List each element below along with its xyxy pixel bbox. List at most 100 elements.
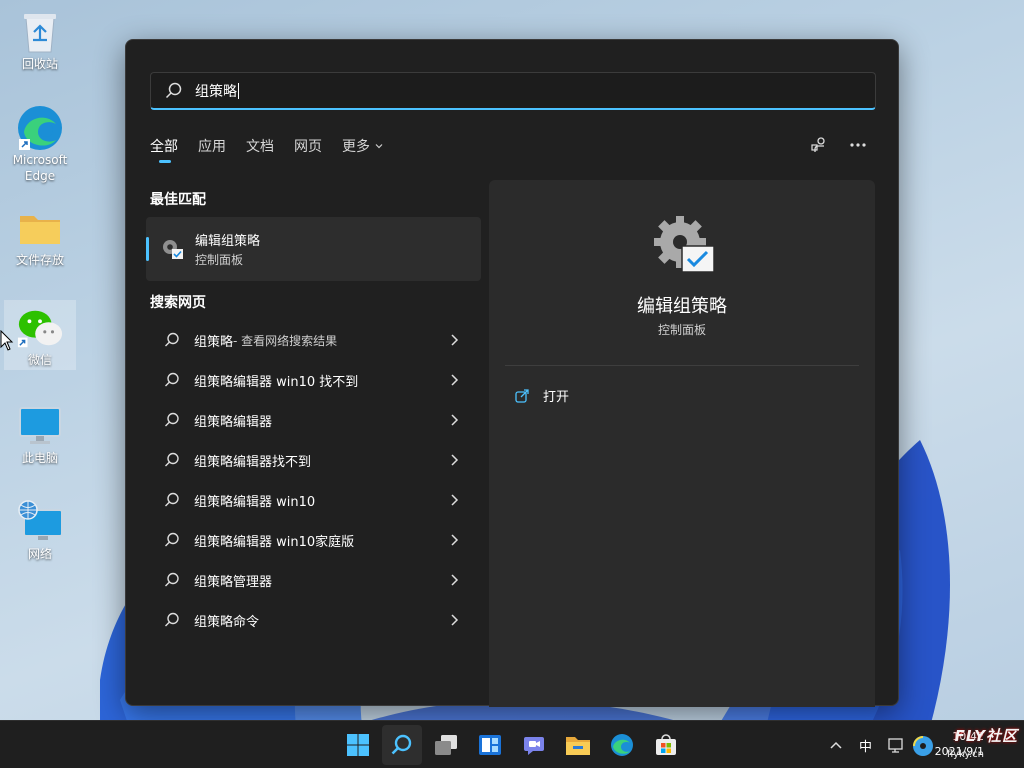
widgets-button[interactable] — [470, 725, 510, 765]
search-icon — [165, 372, 179, 387]
best-match-heading: 最佳匹配 — [150, 192, 206, 208]
tab-label: 更多 — [342, 139, 370, 155]
group-policy-icon — [654, 216, 715, 273]
web-search-heading: 搜索网页 — [150, 295, 206, 311]
search-icon — [165, 572, 179, 587]
taskbar: 中 10:42 2021/9/1 FLY社区 flyky.cn — [0, 720, 1024, 768]
display-icon[interactable] — [888, 737, 906, 753]
task-view-button[interactable] — [426, 725, 466, 765]
ime-indicator[interactable]: 中 — [859, 736, 872, 755]
recycle-bin-icon — [16, 8, 64, 56]
web-result-text: 组策略命令 — [194, 614, 260, 630]
file-explorer-icon — [566, 737, 590, 755]
tab-label: 全部 — [150, 139, 178, 155]
detail-subtitle: 控制面板 — [657, 323, 706, 337]
start-icon — [347, 734, 369, 756]
best-match-name: 编辑组策略 — [195, 234, 261, 249]
chevron-up-icon[interactable] — [829, 740, 843, 750]
tab-documents[interactable]: 文档 — [246, 136, 274, 156]
tab-more[interactable]: 更多 — [342, 136, 384, 156]
desktop-icon-recycle-bin[interactable]: 回收站 — [4, 4, 76, 76]
search-tabs: 全部 应用 文档 网页 更多 — [150, 136, 384, 163]
result-detail-pane: 编辑组策略 控制面板 打开 — [489, 180, 875, 707]
desktop-icon-edge[interactable]: Microsoft Edge — [4, 100, 76, 190]
this-pc-icon — [16, 402, 64, 450]
desktop-icon-network[interactable]: 网络 — [4, 494, 76, 566]
desktop-icon-label: 此电脑 — [21, 451, 58, 465]
tab-label: 网页 — [294, 139, 322, 155]
desktop-icon-label: 微信 — [27, 353, 52, 367]
chevron-right-icon — [451, 374, 459, 386]
edge-icon — [16, 104, 64, 152]
taskbar-search-button[interactable] — [382, 725, 422, 765]
web-result-text: 组策略编辑器 win10家庭版 — [194, 534, 355, 550]
teams-chat-icon — [524, 737, 544, 755]
web-result-text: 组策略 — [194, 334, 234, 350]
chevron-right-icon — [451, 334, 459, 346]
detail-title: 编辑组策略 — [637, 296, 727, 317]
web-result-item[interactable]: 组策略编辑器 win10 找不到 — [146, 360, 481, 400]
search-panel: 组策略 全部 应用 文档 网页 更多 最佳匹配 编辑组策略 控制面板 搜索网页 … — [125, 39, 899, 707]
chevron-down-icon — [375, 144, 383, 149]
web-result-text: 组策略编辑器 win10 找不到 — [194, 374, 359, 390]
wechat-icon — [16, 304, 64, 352]
open-label: 打开 — [543, 390, 570, 405]
taskbar-apps — [338, 725, 686, 765]
system-tray: 中 — [829, 721, 906, 768]
web-result-item[interactable]: 组策略编辑器 — [146, 400, 481, 440]
tab-apps[interactable]: 应用 — [198, 136, 226, 156]
file-explorer-button[interactable] — [558, 725, 598, 765]
web-results-list: 组策略 - 查看网络搜索结果 组策略编辑器 win10 找不到 组策略编辑器 组… — [146, 320, 481, 640]
open-action[interactable]: 打开 — [515, 386, 569, 405]
desktop-icon-folder[interactable]: 文件存放 — [4, 200, 76, 272]
best-match-item[interactable]: 编辑组策略 控制面板 — [146, 217, 481, 281]
widgets-icon — [479, 735, 501, 755]
search-icon — [165, 612, 179, 627]
tab-web[interactable]: 网页 — [294, 136, 322, 156]
open-external-icon — [515, 388, 529, 403]
watermark-logo: FLY社区 — [954, 727, 1018, 745]
web-result-item[interactable]: 组策略编辑器 win10家庭版 — [146, 520, 481, 560]
web-result-item[interactable]: 组策略管理器 — [146, 560, 481, 600]
search-icon — [165, 332, 179, 347]
chevron-right-icon — [451, 454, 459, 466]
web-result-text: 组策略编辑器找不到 — [194, 454, 312, 470]
disc-logo-icon — [913, 736, 933, 756]
tab-all[interactable]: 全部 — [150, 136, 178, 163]
edge-button[interactable] — [602, 725, 642, 765]
chevron-right-icon — [451, 414, 459, 426]
store-icon — [656, 734, 676, 755]
chevron-right-icon — [451, 494, 459, 506]
tab-label: 应用 — [198, 139, 226, 155]
desktop-icon-label: 文件存放 — [15, 253, 64, 267]
task-view-icon — [435, 735, 457, 755]
search-icon — [165, 82, 182, 98]
teams-chat-button[interactable] — [514, 725, 554, 765]
desktop-icon-wechat[interactable]: 微信 — [4, 300, 76, 370]
web-result-text: 组策略编辑器 win10 — [194, 494, 316, 510]
chevron-right-icon — [451, 534, 459, 546]
web-result-item[interactable]: 组策略 - 查看网络搜索结果 — [146, 320, 481, 360]
web-result-item[interactable]: 组策略命令 — [146, 600, 481, 640]
desktop-icon-this-pc[interactable]: 此电脑 — [4, 398, 76, 470]
web-result-text: 组策略编辑器 — [194, 414, 273, 430]
edge-icon — [611, 734, 633, 756]
web-result-item[interactable]: 组策略编辑器 win10 — [146, 480, 481, 520]
web-result-item[interactable]: 组策略编辑器找不到 — [146, 440, 481, 480]
store-button[interactable] — [646, 725, 686, 765]
selection-indicator — [146, 237, 149, 261]
search-icon — [165, 452, 179, 467]
divider — [505, 365, 859, 366]
search-input[interactable]: 组策略 — [150, 72, 876, 110]
desktop-icon-label: 网络 — [27, 547, 52, 561]
start-button[interactable] — [338, 725, 378, 765]
search-icon — [165, 412, 179, 427]
search-icon — [165, 532, 179, 547]
tab-tools — [810, 136, 866, 154]
desktop-icon-label: 回收站 — [21, 57, 58, 71]
account-switch-icon[interactable] — [810, 136, 828, 154]
network-icon — [16, 498, 64, 546]
text-caret — [238, 82, 239, 99]
search-query: 组策略 — [195, 83, 237, 100]
more-options-icon[interactable] — [850, 143, 866, 147]
